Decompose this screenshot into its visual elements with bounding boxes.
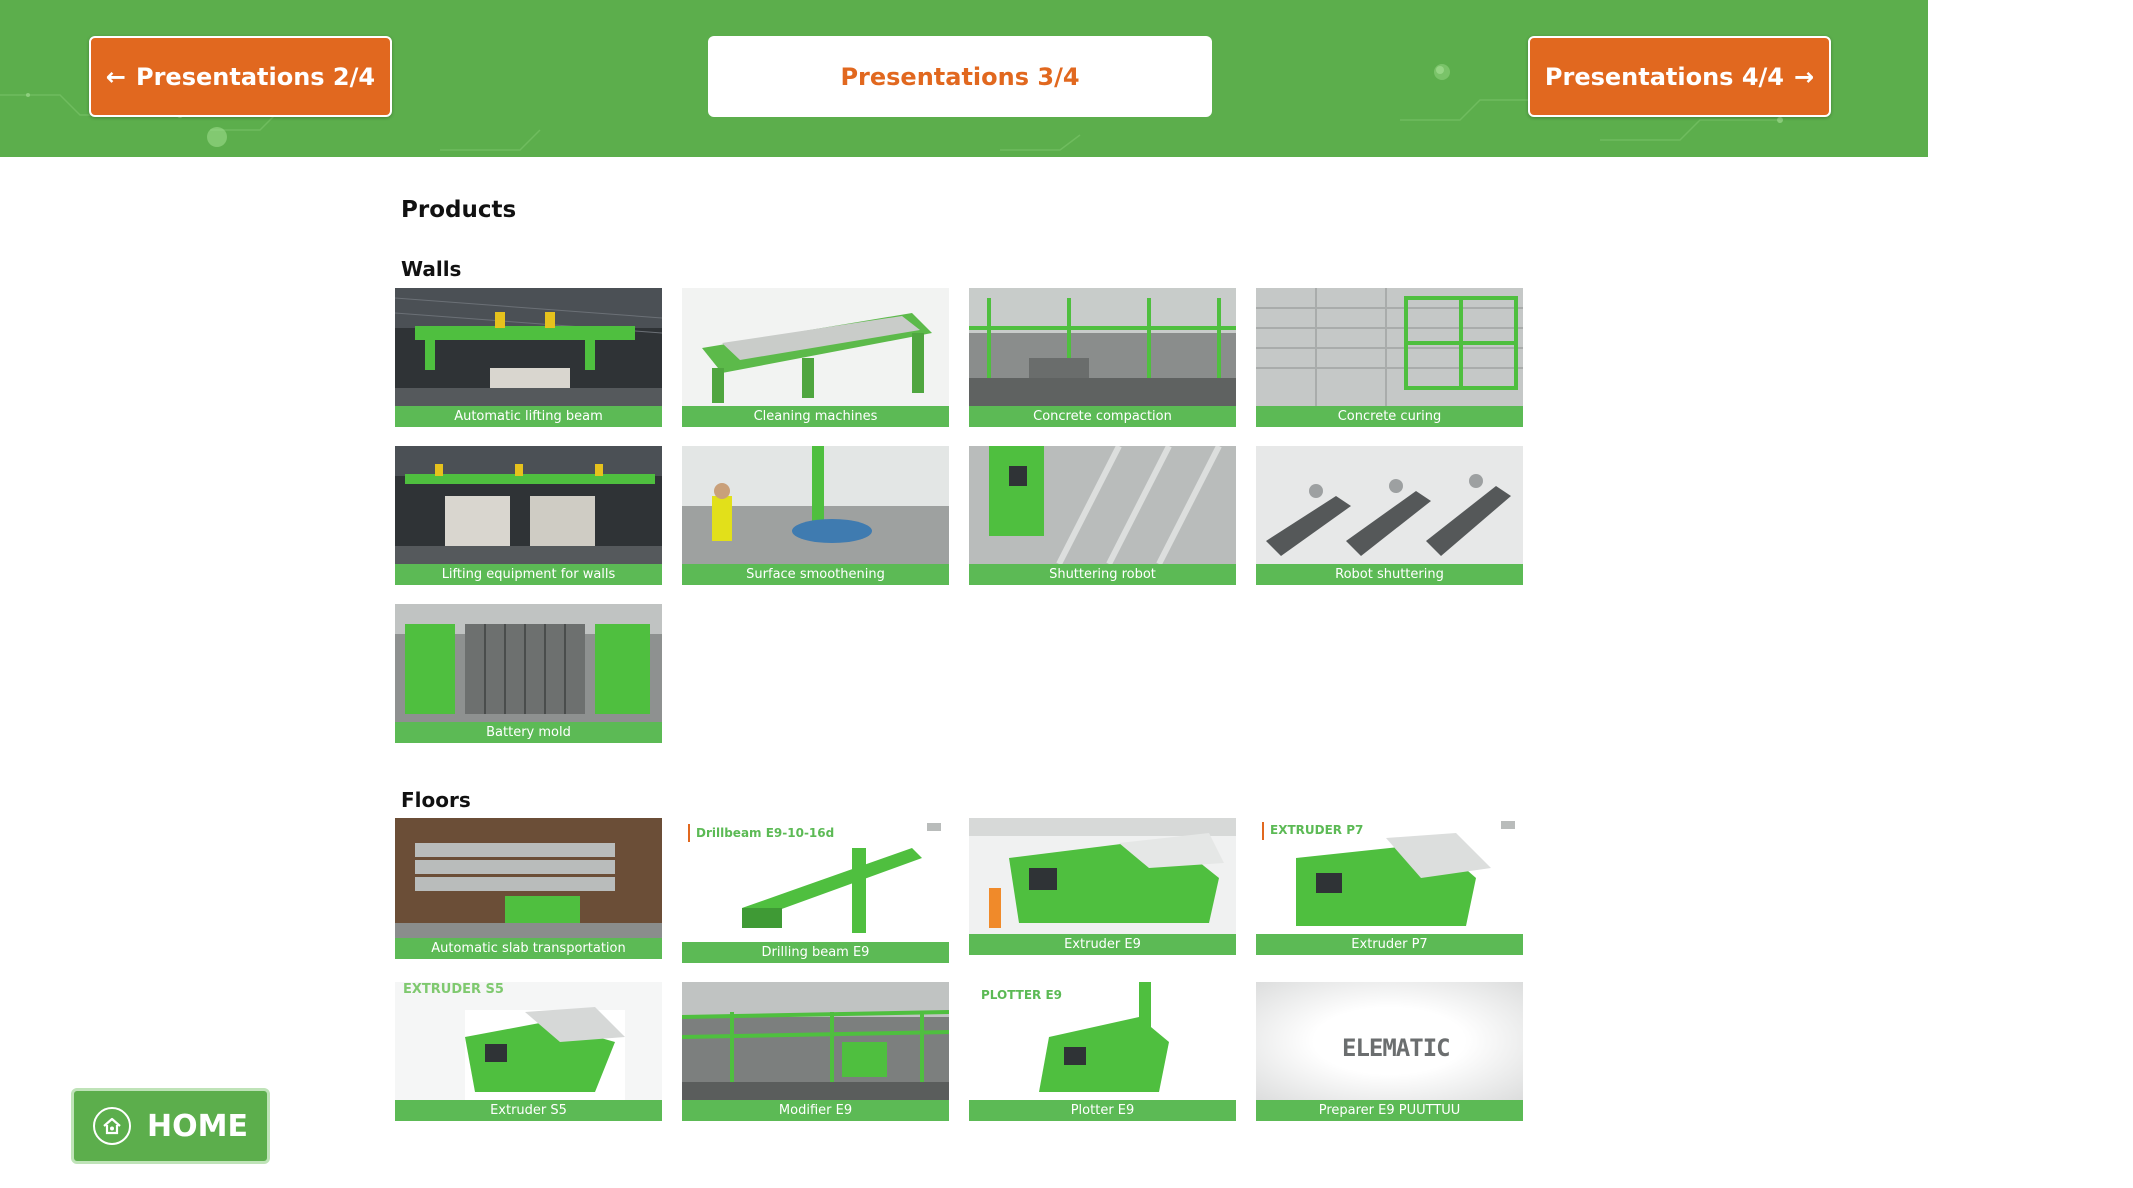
product-brand-label: PLOTTER E9 [981, 988, 1063, 1002]
product-tile-surface-smoothening[interactable]: Surface smoothening [682, 446, 949, 585]
product-caption: Extruder E9 [969, 934, 1236, 955]
product-caption: Lifting equipment for walls [395, 564, 662, 585]
elematic-logo: ELEMATIC [1342, 1034, 1451, 1062]
product-image: PLOTTER E9 [969, 982, 1236, 1100]
product-image [1256, 446, 1523, 564]
product-brand-label: EXTRUDER S5 [403, 982, 504, 997]
arrow-left-icon: ← [105, 62, 126, 91]
product-caption: Concrete compaction [969, 406, 1236, 427]
product-caption: Preparer E9 PUUTTUU [1256, 1100, 1523, 1121]
product-tile-automatic-slab-transportation[interactable]: Automatic slab transportation [395, 818, 662, 959]
product-tile-automatic-lifting-beam[interactable]: Automatic lifting beam [395, 288, 662, 427]
home-button[interactable]: HOME [71, 1088, 270, 1164]
product-caption: Surface smoothening [682, 564, 949, 585]
product-tile-drilling-beam-e9[interactable]: Drillbeam E9-10-16d Drilling beam E9 [682, 818, 949, 963]
product-tile-extruder-s5[interactable]: EXTRUDER S5 Extruder S5 [395, 982, 662, 1121]
prev-presentation-label: Presentations 2/4 [136, 62, 376, 91]
product-tile-lifting-equipment-for-walls[interactable]: Lifting equipment for walls [395, 446, 662, 585]
prev-presentation-button[interactable]: ← Presentations 2/4 [89, 36, 392, 117]
arrow-right-icon: → [1794, 62, 1815, 91]
product-image [682, 446, 949, 564]
current-presentation-indicator: Presentations 3/4 [708, 36, 1212, 117]
page-title: Products [401, 197, 517, 223]
product-image [1256, 288, 1523, 406]
section-heading-walls: Walls [401, 257, 462, 281]
product-tile-shuttering-robot[interactable]: Shuttering robot [969, 446, 1236, 585]
product-image [969, 446, 1236, 564]
product-tile-preparer-e9[interactable]: ELEMATIC Preparer E9 PUUTTUU [1256, 982, 1523, 1121]
product-brand-label: Drillbeam E9-10-16d [696, 826, 835, 840]
product-caption: Extruder S5 [395, 1100, 662, 1121]
product-image [395, 604, 662, 722]
product-image [969, 818, 1236, 934]
product-image: EXTRUDER S5 [395, 982, 662, 1100]
product-image: ELEMATIC [1256, 982, 1523, 1100]
product-image [969, 288, 1236, 406]
product-image [395, 446, 662, 564]
next-presentation-button[interactable]: Presentations 4/4 → [1528, 36, 1831, 117]
product-caption: Modifier E9 [682, 1100, 949, 1121]
product-caption: Robot shuttering [1256, 564, 1523, 585]
product-tile-extruder-e9[interactable]: Extruder E9 [969, 818, 1236, 955]
product-caption: Cleaning machines [682, 406, 949, 427]
section-heading-floors: Floors [401, 788, 471, 812]
product-caption: Automatic slab transportation [395, 938, 662, 959]
next-presentation-label: Presentations 4/4 [1544, 62, 1784, 91]
product-image [682, 288, 949, 406]
product-caption: Automatic lifting beam [395, 406, 662, 427]
product-caption: Battery mold [395, 722, 662, 743]
product-image [682, 982, 949, 1100]
product-caption: Concrete curing [1256, 406, 1523, 427]
header-bar: ← Presentations 2/4 Presentations 3/4 Pr… [0, 0, 1928, 157]
product-tile-battery-mold[interactable]: Battery mold [395, 604, 662, 743]
product-image: EXTRUDER P7 [1256, 818, 1523, 934]
product-tile-cleaning-machines[interactable]: Cleaning machines [682, 288, 949, 427]
product-caption: Shuttering robot [969, 564, 1236, 585]
product-tile-extruder-p7[interactable]: EXTRUDER P7 Extruder P7 [1256, 818, 1523, 955]
product-tile-plotter-e9[interactable]: PLOTTER E9 Plotter E9 [969, 982, 1236, 1121]
product-image [395, 818, 662, 938]
home-label: HOME [147, 1108, 248, 1144]
product-image [395, 288, 662, 406]
home-icon [93, 1107, 132, 1145]
product-caption: Drilling beam E9 [682, 942, 949, 963]
product-caption: Plotter E9 [969, 1100, 1236, 1121]
product-image: Drillbeam E9-10-16d [682, 818, 949, 942]
product-tile-modifier-e9[interactable]: Modifier E9 [682, 982, 949, 1121]
product-tile-concrete-compaction[interactable]: Concrete compaction [969, 288, 1236, 427]
product-brand-label: EXTRUDER P7 [1270, 823, 1364, 837]
current-presentation-label: Presentations 3/4 [840, 62, 1080, 91]
product-tile-concrete-curing[interactable]: Concrete curing [1256, 288, 1523, 427]
product-tile-robot-shuttering[interactable]: Robot shuttering [1256, 446, 1523, 585]
product-caption: Extruder P7 [1256, 934, 1523, 955]
